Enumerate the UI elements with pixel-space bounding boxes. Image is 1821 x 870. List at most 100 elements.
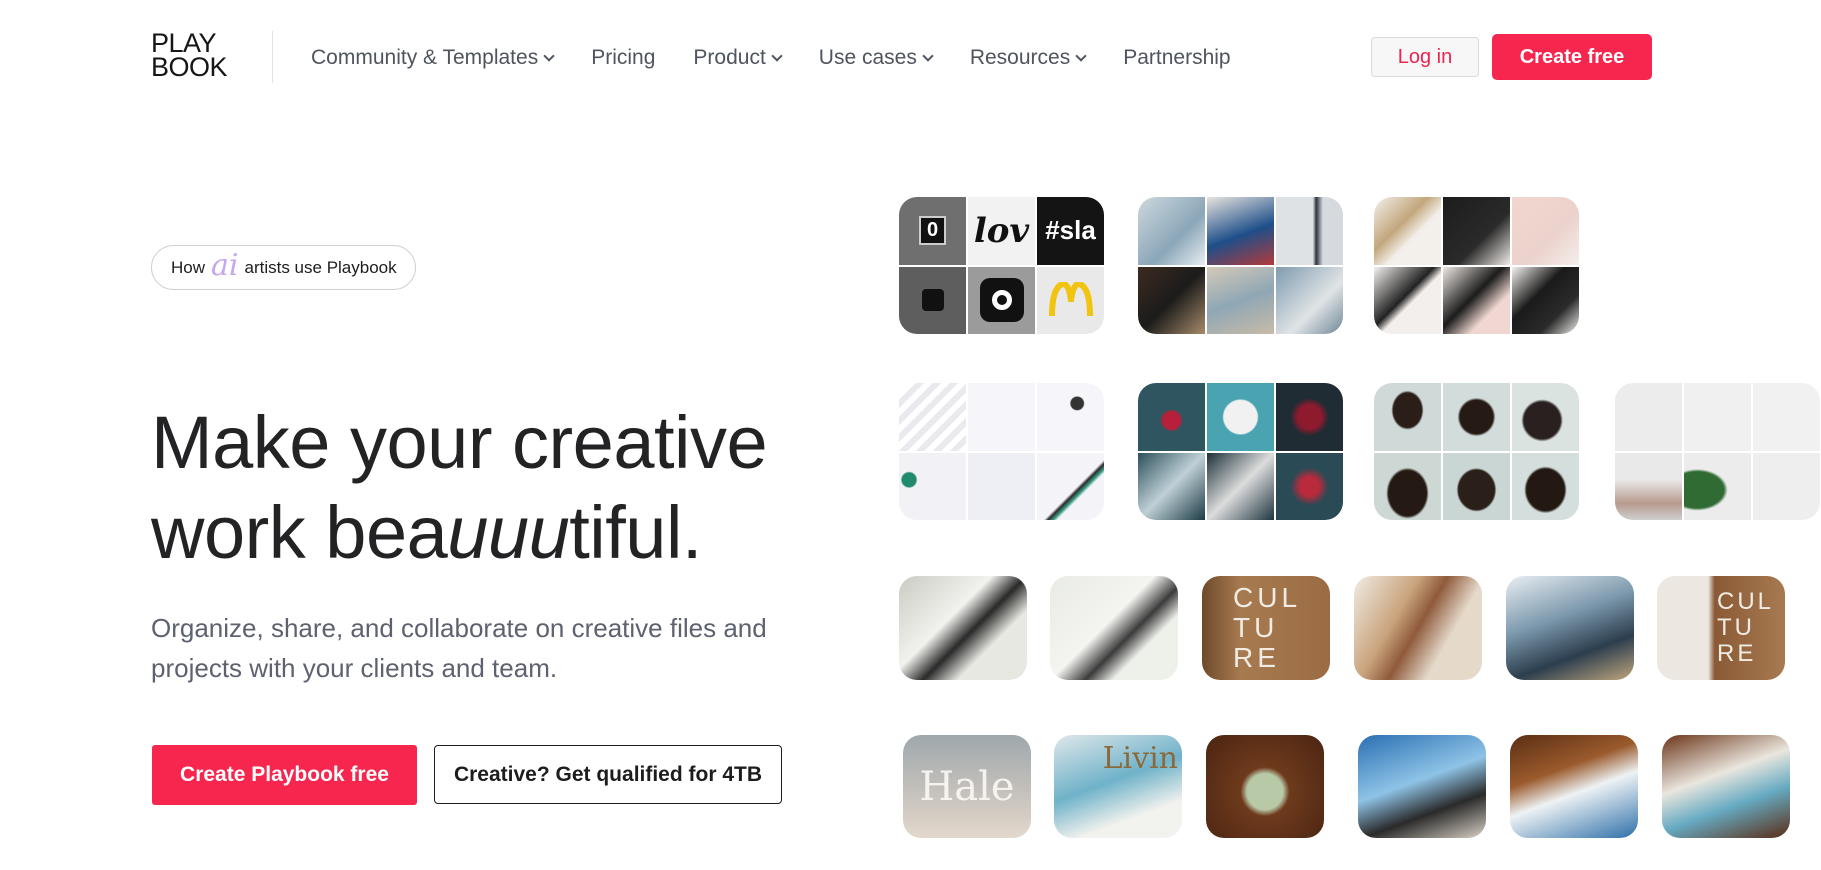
nav-product-label: Product bbox=[693, 46, 766, 69]
nav-pricing[interactable]: Pricing bbox=[591, 46, 655, 70]
tile-cell bbox=[899, 266, 966, 334]
magazines-on-table-photo bbox=[1662, 735, 1790, 838]
nav-resources-label: Resources bbox=[969, 46, 1071, 69]
nav-partnership[interactable]: Partnership bbox=[1123, 46, 1230, 70]
pill-suffix: artists use Playbook bbox=[244, 257, 397, 277]
tile-cell: #sla bbox=[1037, 197, 1104, 265]
magazine-photo bbox=[1050, 576, 1178, 680]
tile-cell bbox=[968, 383, 1035, 451]
tile-cell bbox=[1443, 197, 1510, 265]
login-button[interactable]: Log in bbox=[1371, 37, 1479, 77]
plant-tile bbox=[1615, 383, 1820, 520]
workspace-tile bbox=[899, 383, 1104, 520]
headline-emphasis: uuu bbox=[447, 491, 570, 574]
logo-love-text: lov bbox=[973, 210, 1030, 251]
headline-line-1: Make your creative bbox=[151, 401, 768, 484]
nav-use-cases[interactable]: Use cases bbox=[819, 46, 934, 70]
tile-cell bbox=[899, 452, 966, 520]
living-magazine-photo: Livin bbox=[1054, 735, 1182, 838]
tile-cell bbox=[1512, 452, 1579, 520]
tile-cell bbox=[1512, 383, 1579, 451]
tile-cell bbox=[1443, 452, 1510, 520]
ai-artists-pill-link[interactable]: How ai artists use Playbook bbox=[151, 245, 416, 290]
chevron-down-icon bbox=[543, 49, 555, 62]
tile-cell bbox=[1684, 383, 1751, 451]
tile-cell bbox=[1512, 266, 1579, 334]
logo-slack-text: #sla bbox=[1045, 215, 1096, 246]
tile-cell bbox=[1207, 197, 1274, 265]
tile-cell bbox=[899, 383, 966, 451]
stationery-tile bbox=[1374, 197, 1579, 334]
nav-product[interactable]: Product bbox=[693, 46, 783, 70]
chevron-down-icon bbox=[771, 49, 783, 62]
books-tile bbox=[1138, 197, 1343, 334]
portraits-tile bbox=[1374, 383, 1579, 520]
living-text: Livin bbox=[1102, 741, 1178, 776]
nav-community-templates[interactable]: Community & Templates bbox=[311, 46, 555, 70]
culture-book-photo: CUL TU RE bbox=[1657, 576, 1785, 680]
chevron-down-icon bbox=[1075, 49, 1087, 62]
nav-resources[interactable]: Resources bbox=[969, 46, 1087, 70]
playbook-logo[interactable]: PLAY BOOK bbox=[151, 30, 243, 82]
tile-cell bbox=[968, 452, 1035, 520]
tile-cell bbox=[1138, 383, 1205, 451]
nav-divider bbox=[272, 31, 273, 83]
succulent-photo bbox=[1206, 735, 1324, 838]
headline-part-a: work bea bbox=[151, 491, 448, 574]
tile-cell bbox=[1207, 452, 1274, 520]
tile-cell: lov bbox=[968, 197, 1035, 265]
tile-cell bbox=[1138, 452, 1205, 520]
tile-cell bbox=[1374, 197, 1441, 265]
hale-magazine-photo: Hale bbox=[903, 735, 1031, 838]
tile-cell bbox=[1276, 266, 1343, 334]
tea-flatlay-tile bbox=[1138, 383, 1343, 520]
tile-cell bbox=[1207, 266, 1274, 334]
nav-partnership-label: Partnership bbox=[1123, 46, 1231, 69]
tile-cell bbox=[1037, 452, 1104, 520]
tile-cell bbox=[1753, 383, 1820, 451]
brand-logos-tile: 0 lov #sla bbox=[899, 197, 1104, 334]
create-free-button[interactable]: Create free bbox=[1492, 34, 1652, 80]
tile-cell: 0 bbox=[899, 197, 966, 265]
tile-cell bbox=[1276, 383, 1343, 451]
culture-text: CUL TU RE bbox=[1717, 588, 1774, 667]
tree-magazine-photo bbox=[1506, 576, 1634, 680]
tile-cell bbox=[1615, 452, 1682, 520]
top-navigation: PLAY BOOK Community & Templates Pricing … bbox=[0, 0, 1821, 115]
film-magazine-photo bbox=[1358, 735, 1486, 838]
tile-cell bbox=[1753, 452, 1820, 520]
pill-prefix: How bbox=[171, 257, 206, 277]
tile-cell bbox=[1138, 266, 1205, 334]
camera-logo-icon bbox=[979, 278, 1024, 323]
tile-cell bbox=[1374, 266, 1441, 334]
tile-cell bbox=[1443, 383, 1510, 451]
magazine-on-table-photo bbox=[1510, 735, 1638, 838]
magazine-photo bbox=[899, 576, 1027, 680]
tile-cell bbox=[968, 266, 1035, 334]
nav-links: Community & Templates Pricing Product Us… bbox=[311, 44, 1269, 72]
tile-cell bbox=[1276, 452, 1343, 520]
tile-cell bbox=[1207, 383, 1274, 451]
apple-logo-icon bbox=[921, 289, 944, 312]
get-qualified-4tb-button[interactable]: Creative? Get qualified for 4TB bbox=[434, 745, 782, 804]
tile-cell bbox=[1615, 383, 1682, 451]
nav-community-templates-label: Community & Templates bbox=[311, 46, 539, 69]
mcdonalds-logo-icon bbox=[1048, 282, 1093, 317]
tile-cell bbox=[1374, 383, 1441, 451]
culture-text: CUL TU RE bbox=[1233, 582, 1300, 673]
tile-cell bbox=[1374, 452, 1441, 520]
culture-book-photo: CUL TU RE bbox=[1202, 576, 1330, 680]
logo-line-2: BOOK bbox=[151, 52, 228, 82]
create-playbook-free-button[interactable]: Create Playbook free bbox=[152, 745, 417, 805]
hale-text: Hale bbox=[919, 763, 1015, 810]
tile-cell bbox=[1037, 383, 1104, 451]
people-photo bbox=[1354, 576, 1482, 680]
tile-cell bbox=[1443, 266, 1510, 334]
hero-headline: Make your creative work beauuutiful. bbox=[151, 398, 851, 578]
tile-cell bbox=[1037, 266, 1104, 334]
headline-part-c: tiful. bbox=[569, 491, 702, 574]
ai-script-icon: ai bbox=[211, 247, 239, 283]
tile-cell bbox=[1684, 452, 1751, 520]
nav-pricing-label: Pricing bbox=[591, 46, 656, 69]
tile-cell bbox=[1138, 197, 1205, 265]
